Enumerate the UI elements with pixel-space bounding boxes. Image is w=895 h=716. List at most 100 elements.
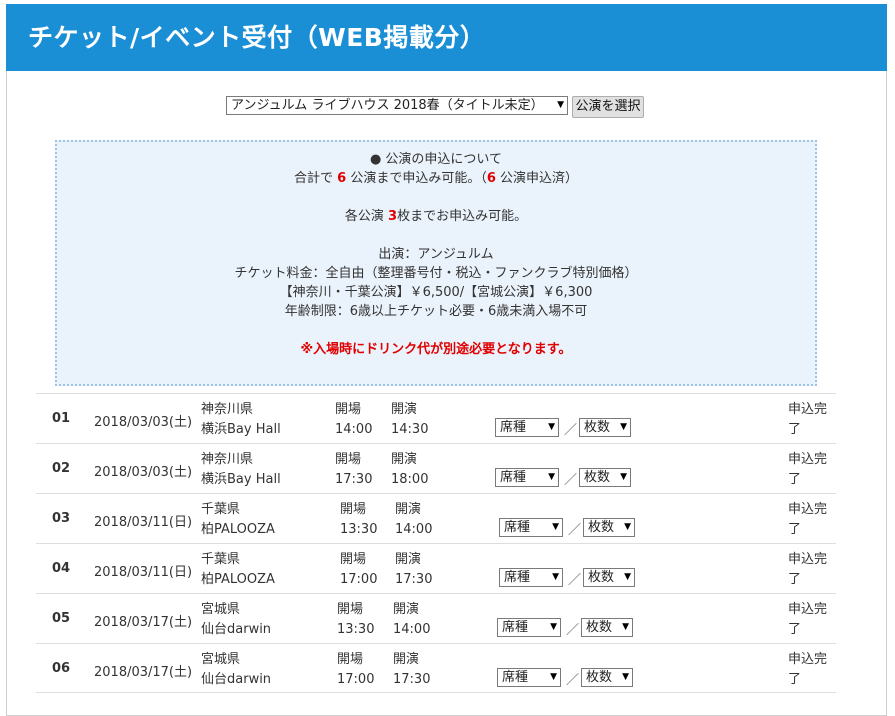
info-performer: 出演：アンジュルム (378, 247, 494, 262)
ticket-quantity-select[interactable]: 枚数 ▼ (579, 468, 631, 487)
show-venue: 神奈川県 横浜Bay Hall (201, 450, 281, 490)
open-time-value: 13:30 (337, 622, 375, 637)
application-status: 申込完了 (788, 552, 828, 587)
seat-type-select[interactable]: 席種 ▼ (499, 568, 563, 587)
application-status: 申込完了 (788, 402, 828, 437)
table-row: 03 2018/03/11(日) 千葉県 柏PALOOZA 開場 13:30 開… (36, 493, 836, 543)
table-row: 02 2018/03/03(土) 神奈川県 横浜Bay Hall 開場 17:3… (36, 443, 836, 493)
ticket-quantity-select[interactable]: 枚数 ▼ (581, 618, 633, 637)
start-time: 開演 14:00 (393, 600, 430, 640)
seat-type-select[interactable]: 席種 ▼ (495, 468, 559, 487)
start-label: 開演 (395, 552, 422, 567)
page-header: チケット/イベント受付（WEB掲載分） (6, 4, 887, 71)
chevron-down-icon: ▼ (552, 522, 559, 532)
show-venue-name: 仙台darwin (201, 672, 272, 687)
application-status: 申込完了 (788, 452, 828, 487)
open-label: 開場 (335, 402, 362, 417)
table-row: 06 2018/03/17(土) 宮城県 仙台darwin 開場 17:00 開… (36, 643, 836, 693)
show-venue-name: 横浜Bay Hall (201, 472, 281, 487)
info-total-limit-line: 合計で 6 公演まで申込み可能。（6 公演申込済） (293, 171, 579, 186)
start-time-value: 18:00 (391, 472, 429, 487)
info-per-show-limit-line: 各公演 3枚までお申込み可能。 (344, 209, 528, 224)
chevron-down-icon: ▼ (550, 672, 557, 682)
open-time: 開場 13:30 (340, 500, 377, 540)
chevron-down-icon: ▼ (620, 472, 627, 482)
open-time-value: 17:30 (335, 472, 373, 487)
show-venue: 宮城県 仙台darwin (201, 650, 271, 690)
ticket-quantity-select[interactable]: 枚数 ▼ (581, 668, 633, 687)
open-time: 開場 17:00 (340, 550, 377, 590)
chevron-down-icon: ▼ (548, 422, 555, 432)
show-number: 02 (52, 461, 71, 476)
table-row: 05 2018/03/17(土) 宮城県 仙台darwin 開場 13:30 開… (36, 593, 836, 643)
start-time-value: 14:00 (395, 522, 433, 537)
open-label: 開場 (335, 452, 362, 467)
show-venue-name: 横浜Bay Hall (201, 422, 281, 437)
show-number: 06 (52, 661, 71, 676)
show-venue: 宮城県 仙台darwin (201, 600, 271, 640)
start-time: 開演 14:30 (391, 400, 428, 440)
open-time-value: 13:30 (340, 522, 378, 537)
start-time-value: 14:30 (391, 422, 429, 437)
show-prefecture: 神奈川県 (201, 452, 254, 467)
per-show-limit-count: 3 (388, 209, 398, 224)
show-date: 2018/03/03(土) (94, 415, 193, 430)
start-time-value: 17:30 (395, 572, 433, 587)
show-prefecture: 宮城県 (201, 652, 241, 667)
info-heading: ● 公演の申込について (369, 152, 503, 167)
show-number: 05 (52, 611, 71, 626)
start-time-value: 14:00 (393, 622, 431, 637)
chevron-down-icon: ▼ (622, 622, 629, 632)
chevron-down-icon: ▼ (548, 472, 555, 482)
show-venue: 神奈川県 横浜Bay Hall (201, 400, 281, 440)
performance-select[interactable]: アンジュルム ライブハウス 2018春（タイトル未定） ▼ (226, 96, 568, 115)
separator: ／ (564, 423, 578, 438)
start-label: 開演 (393, 602, 420, 617)
seat-type-select[interactable]: 席種 ▼ (499, 518, 563, 537)
start-time: 開演 14:00 (395, 500, 432, 540)
performance-select-value: アンジュルム ライブハウス 2018春（タイトル未定） (231, 98, 544, 113)
separator: ／ (566, 623, 580, 638)
page-title: チケット/イベント受付（WEB掲載分） (28, 23, 486, 52)
show-venue: 千葉県 柏PALOOZA (201, 500, 275, 540)
start-label: 開演 (393, 652, 420, 667)
info-drink-warning: ※入場時にドリンク代が別途必要となります。 (300, 342, 572, 357)
separator: ／ (568, 523, 582, 538)
seat-type-select[interactable]: 席種 ▼ (495, 418, 559, 437)
table-row: 01 2018/03/03(土) 神奈川県 横浜Bay Hall 開場 14:0… (36, 393, 836, 443)
open-time-value: 17:00 (340, 572, 378, 587)
chevron-down-icon: ▼ (557, 100, 564, 110)
show-date: 2018/03/03(土) (94, 465, 193, 480)
start-time: 開演 17:30 (393, 650, 430, 690)
application-status: 申込完了 (788, 652, 828, 687)
separator: ／ (566, 673, 580, 688)
separator: ／ (568, 573, 582, 588)
start-time: 開演 17:30 (395, 550, 432, 590)
chevron-down-icon: ▼ (550, 622, 557, 632)
start-label: 開演 (395, 502, 422, 517)
ticket-quantity-select[interactable]: 枚数 ▼ (579, 418, 631, 437)
application-status: 申込完了 (788, 502, 828, 537)
open-label: 開場 (337, 652, 364, 667)
start-label: 開演 (391, 402, 418, 417)
separator: ／ (564, 473, 578, 488)
application-info-box: ● 公演の申込について 合計で 6 公演まで申込み可能。（6 公演申込済） 各公… (55, 140, 817, 386)
show-number: 04 (52, 561, 71, 576)
open-time: 開場 17:00 (337, 650, 374, 690)
seat-type-select[interactable]: 席種 ▼ (497, 618, 561, 637)
ticket-quantity-select[interactable]: 枚数 ▼ (583, 518, 635, 537)
chevron-down-icon: ▼ (622, 672, 629, 682)
open-time: 開場 14:00 (335, 400, 372, 440)
total-limit-count: 6 (337, 171, 347, 186)
show-prefecture: 千葉県 (201, 502, 241, 517)
open-time: 開場 17:30 (335, 450, 372, 490)
table-row: 04 2018/03/11(日) 千葉県 柏PALOOZA 開場 17:00 開… (36, 543, 836, 593)
show-venue: 千葉県 柏PALOOZA (201, 550, 275, 590)
show-date: 2018/03/17(土) (94, 665, 193, 680)
ticket-quantity-select[interactable]: 枚数 ▼ (583, 568, 635, 587)
select-performance-button[interactable]: 公演を選択 (572, 96, 644, 118)
start-time-value: 17:30 (393, 672, 431, 687)
seat-type-select[interactable]: 席種 ▼ (497, 668, 561, 687)
applied-count: 6 (486, 171, 496, 186)
start-time: 開演 18:00 (391, 450, 428, 490)
